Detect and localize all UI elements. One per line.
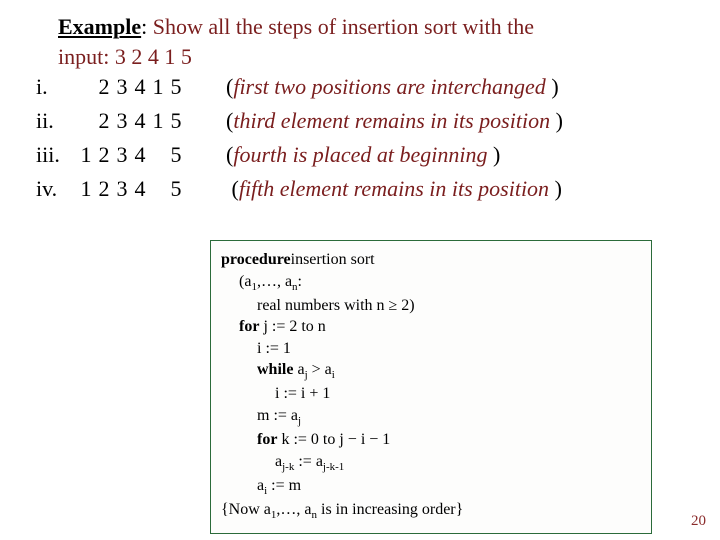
- title-text-2: input: 3 2 4 1 5: [58, 44, 192, 69]
- pseudocode-box: procedureinsertion sort (a1,…, an: real …: [210, 240, 652, 534]
- step-digits: 23415: [78, 105, 224, 137]
- step-digits: 12345: [78, 173, 224, 205]
- step-numeral: iv.: [36, 173, 76, 205]
- title-text-1: Show all the steps of insertion sort wit…: [153, 14, 534, 39]
- example-label: Example: [58, 14, 141, 39]
- step-digits: 23415: [78, 71, 224, 103]
- steps-table: i. 23415 (first two positions are interc…: [34, 69, 565, 207]
- step-numeral: iii.: [36, 139, 76, 171]
- step-row: ii. 23415 (third element remains in its …: [36, 105, 563, 137]
- step-row: iii. 12345 (fourth is placed at beginnin…: [36, 139, 563, 171]
- kw-for: for: [239, 318, 259, 335]
- example-title: Example: Show all the steps of insertion…: [58, 12, 702, 71]
- page-number: 20: [691, 513, 706, 530]
- kw-for: for: [257, 431, 277, 448]
- step-note: (fifth element remains in its position ): [226, 173, 563, 205]
- step-note: (fourth is placed at beginning ): [226, 139, 563, 171]
- slide: Example: Show all the steps of insertion…: [0, 0, 720, 540]
- step-digits: 12345: [78, 139, 224, 171]
- step-note: (first two positions are interchanged ): [226, 71, 563, 103]
- step-row: i. 23415 (first two positions are interc…: [36, 71, 563, 103]
- kw-procedure: procedure: [221, 251, 291, 268]
- kw-while: while: [257, 361, 293, 378]
- step-note: (third element remains in its position ): [226, 105, 563, 137]
- step-numeral: i.: [36, 71, 76, 103]
- step-numeral: ii.: [36, 105, 76, 137]
- step-row: iv. 12345 (fifth element remains in its …: [36, 173, 563, 205]
- example-colon: :: [141, 14, 147, 39]
